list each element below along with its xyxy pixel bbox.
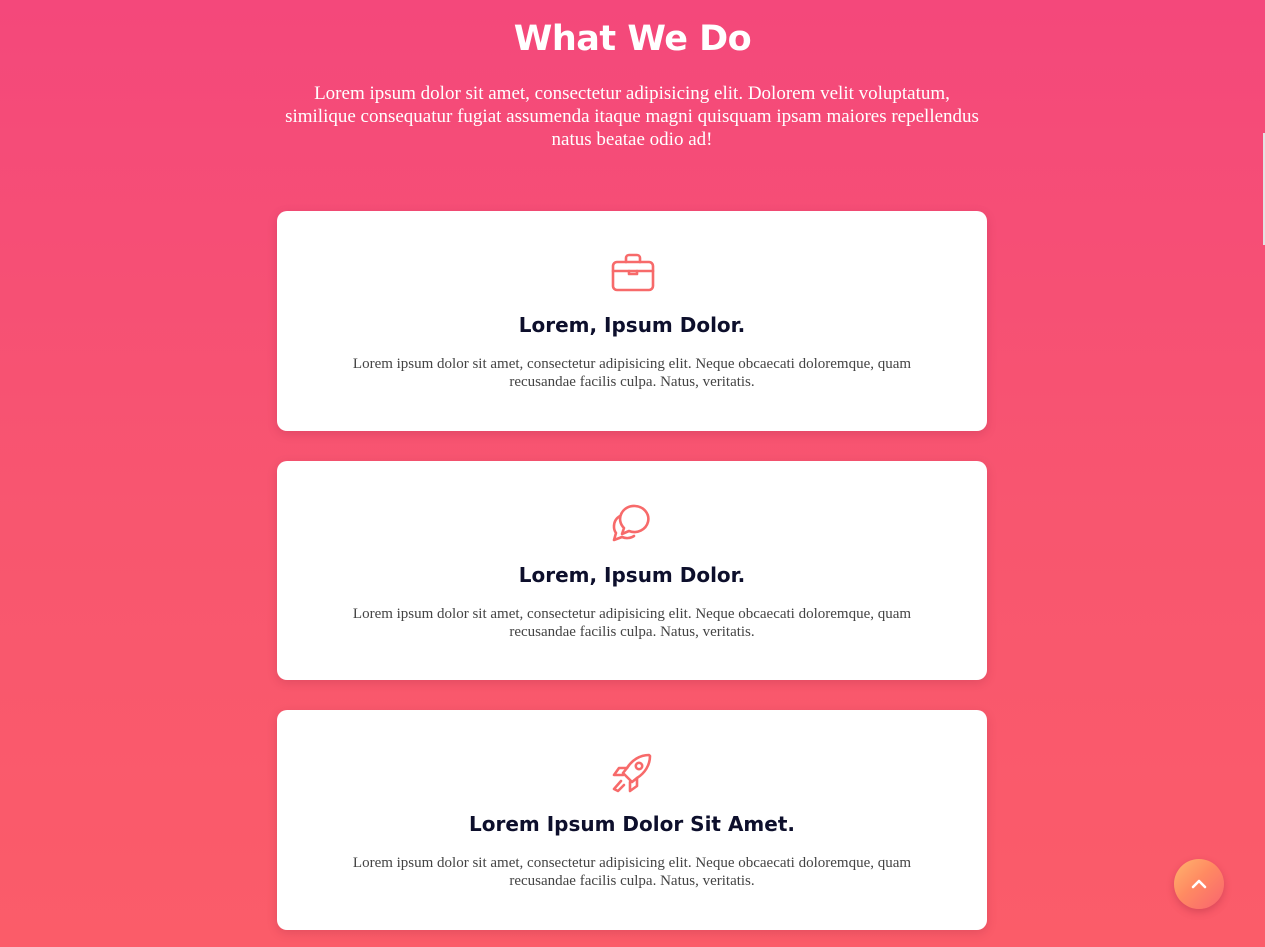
briefcase-icon: [610, 252, 656, 296]
section-title: What We Do: [513, 19, 752, 59]
rocket-icon: [610, 751, 656, 795]
card-title: Lorem, Ipsum Dolor.: [518, 313, 746, 337]
card-text: Lorem ipsum dolor sit amet, consectetur …: [352, 855, 912, 889]
card-text: Lorem ipsum dolor sit amet, consectetur …: [352, 606, 912, 640]
service-card-2: Lorem, Ipsum Dolor. Lorem ipsum dolor si…: [277, 461, 987, 680]
chat-bubbles-icon: [610, 502, 656, 546]
card-title: Lorem, Ipsum Dolor.: [518, 563, 746, 587]
service-card-1: Lorem, Ipsum Dolor. Lorem ipsum dolor si…: [277, 211, 987, 431]
service-card-3: Lorem Ipsum Dolor Sit Amet. Lorem ipsum …: [277, 710, 987, 930]
chevron-up-icon: [1191, 879, 1207, 889]
section-description: Lorem ipsum dolor sit amet, consectetur …: [285, 83, 979, 150]
scroll-to-top-button[interactable]: [1174, 859, 1224, 909]
card-title: Lorem Ipsum Dolor Sit Amet.: [468, 812, 795, 836]
card-text: Lorem ipsum dolor sit amet, consectetur …: [352, 356, 912, 390]
